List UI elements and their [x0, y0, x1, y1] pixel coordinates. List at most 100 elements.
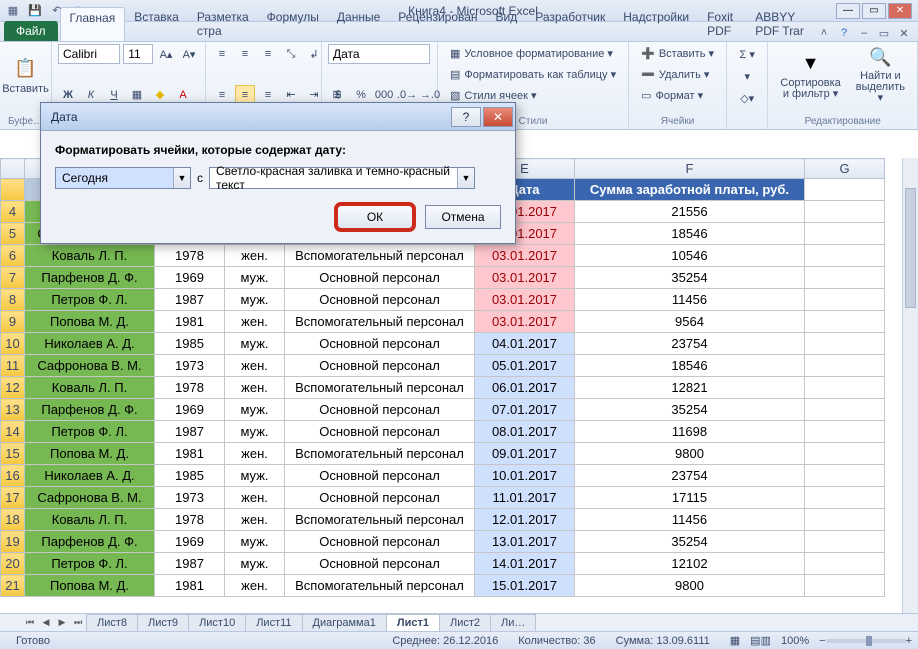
- orientation-icon[interactable]: ⤡: [281, 44, 301, 64]
- cell[interactable]: 1969: [155, 531, 225, 553]
- cell[interactable]: Основной персонал: [285, 399, 475, 421]
- cell[interactable]: 11698: [575, 421, 805, 443]
- insert-cells-button[interactable]: ➕Вставить ▾: [635, 44, 720, 63]
- row-header[interactable]: 8: [1, 289, 25, 311]
- wb-min-icon[interactable]: –: [856, 25, 872, 41]
- cell[interactable]: [805, 443, 885, 465]
- cell[interactable]: 1985: [155, 333, 225, 355]
- cell[interactable]: 04.01.2017: [475, 333, 575, 355]
- wrap-text-icon[interactable]: ↲: [304, 44, 324, 64]
- ribbon-min-icon[interactable]: ˄: [816, 25, 832, 41]
- row-header[interactable]: 18: [1, 509, 25, 531]
- view-normal-icon[interactable]: ▦: [720, 634, 750, 647]
- close-button[interactable]: ✕: [888, 3, 912, 19]
- cell[interactable]: 1987: [155, 421, 225, 443]
- cell[interactable]: муж.: [225, 267, 285, 289]
- ribbon-tab-8[interactable]: Надстройки: [614, 7, 698, 41]
- format-preset-select[interactable]: Светло-красная заливка и темно-красный т…: [209, 167, 475, 189]
- cell[interactable]: Вспомогательный персонал: [285, 575, 475, 597]
- ribbon-tab-9[interactable]: Foxit PDF: [698, 7, 746, 41]
- cell[interactable]: Основной персонал: [285, 289, 475, 311]
- cell[interactable]: [805, 509, 885, 531]
- row-header[interactable]: 14: [1, 421, 25, 443]
- cell[interactable]: [805, 421, 885, 443]
- row-header[interactable]: 15: [1, 443, 25, 465]
- cell[interactable]: [805, 201, 885, 223]
- sheet-nav-prev-icon[interactable]: ◀: [38, 615, 54, 631]
- minimize-button[interactable]: —: [836, 3, 860, 19]
- cell[interactable]: [805, 333, 885, 355]
- cell[interactable]: 23754: [575, 465, 805, 487]
- zoom-slider[interactable]: [826, 639, 906, 643]
- cell[interactable]: 1981: [155, 311, 225, 333]
- cell[interactable]: Петров Ф. Л.: [25, 289, 155, 311]
- col-header[interactable]: G: [805, 159, 885, 179]
- cell[interactable]: 1978: [155, 245, 225, 267]
- cell[interactable]: Основной персонал: [285, 267, 475, 289]
- cell[interactable]: 1973: [155, 487, 225, 509]
- shrink-font-icon[interactable]: A▾: [179, 44, 199, 64]
- cell[interactable]: муж.: [225, 289, 285, 311]
- view-break-icon[interactable]: ▥: [761, 634, 771, 647]
- cell[interactable]: 21556: [575, 201, 805, 223]
- clear-icon[interactable]: ◇▾: [733, 88, 761, 108]
- font-size-select[interactable]: 11: [123, 44, 153, 64]
- cell[interactable]: Сафронова В. М.: [25, 487, 155, 509]
- cell[interactable]: 1981: [155, 443, 225, 465]
- find-select-button[interactable]: 🔍 Найти и выделить ▾: [850, 44, 911, 106]
- fill-icon[interactable]: ▾: [733, 66, 761, 86]
- maximize-button[interactable]: ▭: [862, 3, 886, 19]
- cell[interactable]: Основной персонал: [285, 487, 475, 509]
- cell[interactable]: 06.01.2017: [475, 377, 575, 399]
- ribbon-tab-1[interactable]: Вставка: [125, 7, 188, 41]
- view-layout-icon[interactable]: ▤: [750, 634, 760, 647]
- cell[interactable]: Вспомогательный персонал: [285, 443, 475, 465]
- cell[interactable]: 1973: [155, 355, 225, 377]
- dialog-help-button[interactable]: ?: [451, 107, 481, 127]
- date-operator-select[interactable]: Сегодня ▼: [55, 167, 191, 189]
- cell[interactable]: 10546: [575, 245, 805, 267]
- cell[interactable]: [805, 575, 885, 597]
- row-header[interactable]: 12: [1, 377, 25, 399]
- cell[interactable]: [805, 531, 885, 553]
- zoom-value[interactable]: 100%: [771, 635, 819, 647]
- sort-filter-button[interactable]: ▼ Сортировка и фильтр ▾: [774, 44, 846, 106]
- paste-button[interactable]: 📋 Вставить: [6, 44, 45, 106]
- sheet-tab-1[interactable]: Лист9: [137, 614, 189, 631]
- row-header[interactable]: 6: [1, 245, 25, 267]
- sheet-nav-first-icon[interactable]: ⏮: [22, 615, 38, 631]
- ribbon-tab-7[interactable]: Разработчик: [526, 7, 614, 41]
- save-icon[interactable]: 💾: [26, 2, 44, 20]
- cell[interactable]: Парфенов Д. Ф.: [25, 399, 155, 421]
- cell[interactable]: Основной персонал: [285, 531, 475, 553]
- cell[interactable]: муж.: [225, 399, 285, 421]
- cell[interactable]: 35254: [575, 531, 805, 553]
- cell[interactable]: [805, 355, 885, 377]
- align-bot-icon[interactable]: ≡: [258, 44, 278, 64]
- cell[interactable]: [805, 487, 885, 509]
- cell[interactable]: 1987: [155, 553, 225, 575]
- row-header[interactable]: 10: [1, 333, 25, 355]
- cell[interactable]: муж.: [225, 465, 285, 487]
- sheet-nav-next-icon[interactable]: ▶: [54, 615, 70, 631]
- cell[interactable]: 03.01.2017: [475, 311, 575, 333]
- cell[interactable]: 23754: [575, 333, 805, 355]
- cell[interactable]: 15.01.2017: [475, 575, 575, 597]
- cell[interactable]: Парфенов Д. Ф.: [25, 267, 155, 289]
- row-header[interactable]: 21: [1, 575, 25, 597]
- cell[interactable]: 1981: [155, 575, 225, 597]
- cell[interactable]: 18546: [575, 223, 805, 245]
- cell[interactable]: Основной персонал: [285, 553, 475, 575]
- cell[interactable]: 9800: [575, 443, 805, 465]
- cell[interactable]: 03.01.2017: [475, 267, 575, 289]
- cell[interactable]: 1985: [155, 465, 225, 487]
- cell[interactable]: муж.: [225, 553, 285, 575]
- cell[interactable]: [805, 267, 885, 289]
- ribbon-tab-10[interactable]: ABBYY PDF Trar: [746, 7, 816, 41]
- sheet-tab-6[interactable]: Лист2: [439, 614, 491, 631]
- zoom-in-button[interactable]: +: [906, 635, 912, 647]
- format-cells-button[interactable]: ▭Формат ▾: [635, 86, 720, 105]
- cell[interactable]: 03.01.2017: [475, 245, 575, 267]
- cell[interactable]: [805, 245, 885, 267]
- cell[interactable]: Петров Ф. Л.: [25, 421, 155, 443]
